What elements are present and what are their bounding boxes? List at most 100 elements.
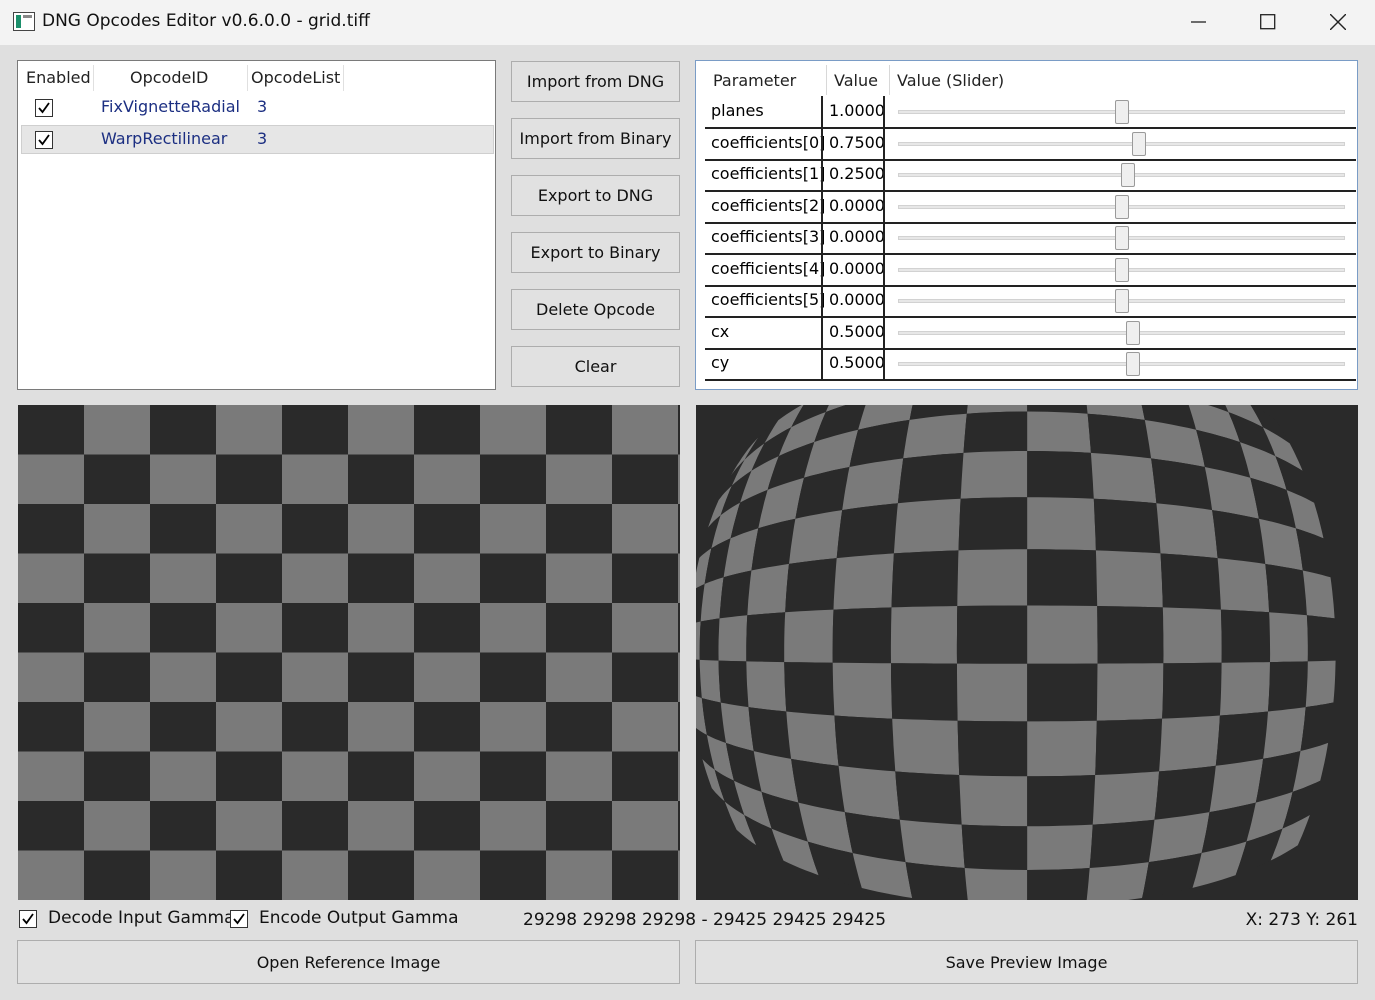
column-separator[interactable] bbox=[889, 65, 890, 95]
checker-cell bbox=[480, 751, 547, 802]
encode-output-gamma-option[interactable]: Encode Output Gamma bbox=[230, 908, 459, 930]
import-from-dng-button[interactable]: Import from DNG bbox=[511, 61, 680, 102]
parameter-row[interactable]: planes 1.0000 bbox=[705, 96, 1356, 129]
column-value[interactable]: Value bbox=[834, 71, 878, 90]
checker-cell bbox=[348, 454, 415, 505]
parameter-row[interactable]: coefficients[3] 0.0000 bbox=[705, 222, 1356, 255]
checker-cell bbox=[1095, 550, 1163, 608]
parameter-row[interactable]: coefficients[2] 0.0000 bbox=[705, 190, 1356, 224]
parameter-value[interactable]: 0.2500 bbox=[829, 164, 885, 183]
column-opcode-list[interactable]: OpcodeList bbox=[251, 68, 340, 87]
checker-cell bbox=[1162, 607, 1222, 664]
column-separator[interactable] bbox=[93, 65, 94, 91]
opcode-row[interactable]: FixVignetteRadial 3 bbox=[21, 93, 494, 122]
enabled-checkbox[interactable] bbox=[35, 131, 53, 149]
parameter-row[interactable]: cx 0.5000 bbox=[705, 316, 1356, 350]
column-opcode-id[interactable]: OpcodeID bbox=[130, 68, 208, 87]
checker-cell bbox=[905, 862, 968, 900]
parameter-row[interactable]: coefficients[4] 0.0000 bbox=[705, 253, 1356, 287]
parameter-value[interactable]: 1.0000 bbox=[829, 101, 885, 120]
checker-cell bbox=[18, 603, 85, 653]
enabled-checkbox[interactable] bbox=[35, 99, 53, 117]
checker-cell bbox=[612, 603, 679, 653]
parameter-value[interactable]: 0.0000 bbox=[829, 290, 885, 309]
cell-divider bbox=[821, 159, 823, 191]
save-preview-image-button[interactable]: Save Preview Image bbox=[695, 940, 1358, 984]
parameter-value[interactable]: 0.7500 bbox=[829, 133, 885, 152]
parameter-name: coefficients[4] bbox=[711, 258, 826, 278]
checker-cell bbox=[785, 558, 837, 613]
close-button[interactable] bbox=[1303, 0, 1373, 45]
parameter-slider-thumb[interactable] bbox=[1114, 257, 1129, 282]
parameter-name: coefficients[2] bbox=[711, 195, 826, 215]
checker-cell bbox=[414, 652, 481, 703]
parameter-row[interactable]: cy 0.5000 bbox=[705, 348, 1356, 381]
checker-cell bbox=[891, 550, 959, 608]
checker-cell bbox=[480, 702, 547, 752]
checker-cell bbox=[1306, 615, 1336, 662]
checker-cell bbox=[1095, 718, 1163, 775]
parameter-slider-thumb[interactable] bbox=[1114, 289, 1129, 313]
parameter-slider-track[interactable] bbox=[898, 330, 1345, 335]
parameter-value[interactable]: 0.5000 bbox=[829, 322, 885, 341]
checker-cell bbox=[348, 850, 415, 900]
parameter-row[interactable]: coefficients[1] 0.2500 bbox=[705, 159, 1356, 192]
clear-button[interactable]: Clear bbox=[511, 346, 680, 387]
import-from-binary-button[interactable]: Import from Binary bbox=[511, 118, 680, 159]
column-separator[interactable] bbox=[343, 65, 344, 91]
reference-image[interactable] bbox=[18, 405, 680, 900]
parameter-row[interactable]: coefficients[5] 0.0000 bbox=[705, 285, 1356, 318]
minimize-button[interactable] bbox=[1164, 0, 1234, 45]
parameter-slider-track[interactable] bbox=[898, 362, 1345, 366]
delete-opcode-button[interactable]: Delete Opcode bbox=[511, 289, 680, 330]
parameter-slider-thumb[interactable] bbox=[1121, 163, 1136, 187]
cell-divider bbox=[883, 190, 885, 223]
checker-cell bbox=[1265, 564, 1307, 616]
checker-cell bbox=[546, 553, 613, 604]
checker-cell bbox=[1027, 605, 1098, 664]
open-reference-image-button[interactable]: Open Reference Image bbox=[17, 940, 680, 984]
cell-divider bbox=[883, 253, 885, 286]
opcode-row-selected[interactable]: WarpRectilinear 3 bbox=[21, 125, 494, 154]
parameter-slider-track[interactable] bbox=[898, 141, 1345, 146]
column-separator[interactable] bbox=[247, 65, 248, 91]
checker-cell bbox=[216, 801, 283, 851]
parameter-slider-thumb[interactable] bbox=[1114, 194, 1129, 219]
checker-cell bbox=[612, 751, 679, 802]
encode-output-gamma-checkbox[interactable] bbox=[230, 910, 248, 928]
maximize-icon bbox=[1260, 14, 1276, 30]
checker-cell bbox=[678, 603, 680, 653]
minimize-icon bbox=[1191, 21, 1206, 23]
parameter-name: coefficients[1] bbox=[711, 164, 826, 183]
column-value-slider[interactable]: Value (Slider) bbox=[897, 71, 1004, 90]
opcode-list[interactable]: Enabled OpcodeID OpcodeList FixVignetteR… bbox=[17, 60, 496, 390]
checker-cell bbox=[612, 553, 679, 604]
column-enabled[interactable]: Enabled bbox=[26, 68, 91, 87]
checker-cell bbox=[414, 801, 481, 851]
parameter-slider-thumb[interactable] bbox=[1132, 131, 1147, 156]
parameter-slider-thumb[interactable] bbox=[1125, 320, 1140, 345]
decode-input-gamma-option[interactable]: Decode Input Gamma bbox=[19, 908, 235, 930]
checker-cell bbox=[282, 652, 349, 703]
checker-cell bbox=[1027, 824, 1093, 870]
parameter-value[interactable]: 0.5000 bbox=[829, 353, 885, 372]
column-separator[interactable] bbox=[826, 65, 827, 95]
export-to-dng-button[interactable]: Export to DNG bbox=[511, 175, 680, 216]
parameter-slider-thumb[interactable] bbox=[1114, 100, 1129, 124]
export-to-binary-button[interactable]: Export to Binary bbox=[511, 232, 680, 273]
parameter-value[interactable]: 0.0000 bbox=[829, 227, 885, 246]
decode-input-gamma-checkbox[interactable] bbox=[19, 910, 37, 928]
checker-cell bbox=[18, 751, 85, 802]
title-bar: DNG Opcodes Editor v0.6.0.0 - grid.tiff bbox=[0, 0, 1375, 45]
parameter-value[interactable]: 0.0000 bbox=[829, 196, 885, 215]
preview-image[interactable] bbox=[696, 405, 1358, 900]
maximize-button[interactable] bbox=[1233, 0, 1303, 45]
parameter-slider-thumb[interactable] bbox=[1125, 352, 1140, 376]
checker-cell bbox=[1093, 498, 1161, 554]
parameter-grid[interactable]: Parameter Value Value (Slider) planes 1.0… bbox=[695, 60, 1358, 390]
parameter-slider-thumb[interactable] bbox=[1114, 226, 1129, 250]
column-parameter[interactable]: Parameter bbox=[713, 71, 796, 90]
parameter-value[interactable]: 0.0000 bbox=[829, 259, 885, 278]
parameter-row[interactable]: coefficients[0] 0.7500 bbox=[705, 127, 1356, 161]
checker-cell bbox=[348, 405, 415, 455]
